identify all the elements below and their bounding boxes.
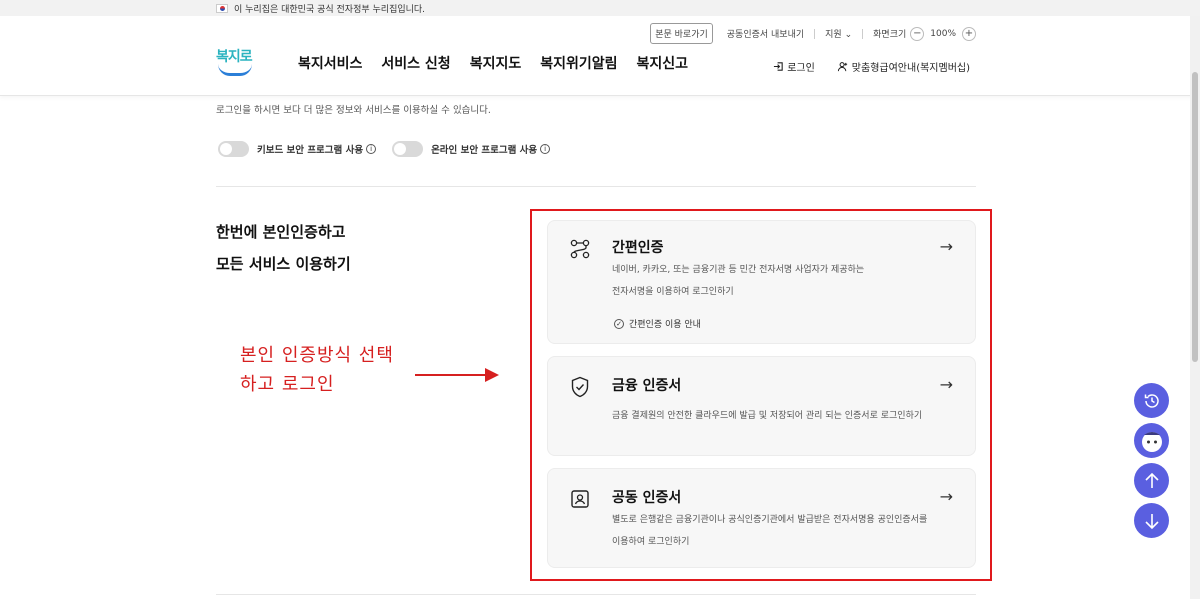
skip-to-content-button[interactable]: 본문 바로가기 — [650, 23, 713, 44]
chevron-down-icon: ⌄ — [844, 30, 853, 40]
annotation-line1: 본인 인증방식 선택 — [240, 345, 394, 366]
scrollbar[interactable] — [1190, 16, 1200, 599]
arrow-down-icon — [1144, 513, 1159, 529]
divider — [814, 28, 816, 39]
zoom-out-button[interactable]: − — [910, 26, 925, 41]
scroll-top-button[interactable] — [1134, 463, 1169, 498]
simple-auth-guide-link[interactable]: ✓ 간편인증 이용 안내 — [614, 317, 701, 330]
section-divider — [216, 594, 976, 595]
arrow-right-icon: → — [939, 375, 953, 394]
card-description-line2: 이용하여 로그인하기 — [612, 537, 690, 547]
login-icon — [774, 62, 783, 71]
login-label: 로그인 — [787, 63, 815, 74]
card-description-line1: 네이버, 카카오, 또는 금융기관 등 민간 전자서명 사업자가 제공하는 — [612, 265, 865, 275]
zoom-label: 화면크기 — [873, 30, 907, 40]
card-description: 네이버, 카카오, 또는 금융기관 등 민간 전자서명 사업자가 제공하는 전자… — [612, 259, 952, 303]
info-icon[interactable]: i — [366, 144, 377, 154]
check-circle-icon: ✓ — [614, 318, 624, 329]
login-link[interactable]: 로그인 — [773, 59, 815, 74]
nav-item-service-apply[interactable]: 서비스 신청 — [381, 53, 450, 73]
membership-link[interactable]: 맞춤형급여안내(복지멤버십) — [837, 59, 970, 74]
simple-auth-card[interactable]: 간편인증 → 네이버, 카카오, 또는 금융기관 등 민간 전자서명 사업자가 … — [547, 220, 976, 344]
finance-cert-card[interactable]: 금융 인증서 → 금융 결제원의 안전한 클라우드에 발급 및 저장되어 관리 … — [547, 356, 976, 456]
membership-label: 맞춤형급여안내(복지멤버십) — [851, 63, 970, 74]
annotation-arrow-icon — [415, 368, 499, 382]
keyboard-security-toggle[interactable] — [218, 141, 249, 157]
card-title: 간편인증 — [612, 240, 664, 256]
korea-flag-icon — [216, 3, 228, 13]
chatbot-button[interactable] — [1134, 423, 1169, 458]
joint-cert-card[interactable]: 공동 인증서 → 별도로 은행같은 금융기관이나 공식인증기관에서 발급받은 전… — [547, 468, 976, 568]
card-description: 별도로 은행같은 금융기관이나 공식인증기관에서 발급받은 전자서명용 공인인증… — [612, 509, 972, 553]
login-description: 로그인을 하시면 보다 더 많은 정보와 서비스를 이용하실 수 있습니다. — [216, 105, 491, 116]
card-description-line1: 금융 결제원의 안전한 클라우드에 발급 및 저장되어 관리 되는 인증서로 로… — [612, 411, 923, 421]
section-title: 한번에 본인인증하고 모든 서비스 이용하기 — [216, 216, 351, 280]
recent-history-button[interactable] — [1134, 383, 1169, 418]
utility-bar: 본문 바로가기 공동인증서 내보내기 지원 ⌄ 화면크기 − 100% + — [650, 23, 976, 44]
gov-banner: 이 누리집은 대한민국 공식 전자정부 누리집입니다. — [0, 0, 1200, 16]
support-dropdown[interactable]: 지원 ⌄ — [825, 27, 852, 40]
main-nav: 복지서비스 서비스 신청 복지지도 복지위기알림 복지신고 — [298, 53, 707, 73]
card-title: 금융 인증서 — [612, 378, 682, 394]
logo[interactable]: 복지로 — [216, 46, 256, 80]
arrow-right-icon: → — [939, 487, 953, 506]
nav-item-welfare-map[interactable]: 복지지도 — [470, 53, 522, 73]
header: 본문 바로가기 공동인증서 내보내기 지원 ⌄ 화면크기 − 100% + 복지… — [0, 16, 1200, 96]
arrow-up-icon — [1144, 472, 1159, 488]
cert-export-link[interactable]: 공동인증서 내보내기 — [727, 27, 804, 40]
annotation-line2: 하고 로그인 — [240, 374, 335, 395]
guide-label: 간편인증 이용 안내 — [629, 320, 701, 330]
card-description-line1: 별도로 은행같은 금융기관이나 공식인증기관에서 발급받은 전자서명용 공인인증… — [612, 515, 928, 525]
section-title-line2: 모든 서비스 이용하기 — [216, 255, 351, 273]
arrow-right-icon: → — [939, 237, 953, 256]
annotation-text: 본인 인증방식 선택 하고 로그인 — [240, 341, 394, 399]
shield-check-icon — [568, 375, 592, 399]
nav-item-welfare-services[interactable]: 복지서비스 — [298, 53, 362, 73]
scrollbar-thumb[interactable] — [1192, 72, 1198, 362]
section-divider — [216, 186, 976, 187]
chatbot-mascot-icon — [1141, 431, 1162, 452]
scroll-bottom-button[interactable] — [1134, 503, 1169, 538]
id-card-icon — [568, 487, 592, 511]
support-label: 지원 — [825, 30, 842, 40]
zoom-value: 100% — [930, 28, 956, 39]
online-security-toggle[interactable] — [392, 141, 424, 157]
nav-item-welfare-report[interactable]: 복지신고 — [637, 53, 689, 73]
section-title-line1: 한번에 본인인증하고 — [216, 223, 346, 241]
keyboard-security-label: 키보드 보안 프로그램 사용 — [257, 145, 364, 156]
logo-text: 복지로 — [216, 49, 253, 65]
card-title: 공동 인증서 — [612, 490, 682, 506]
divider — [862, 28, 864, 39]
header-right-links: 로그인 맞춤형급여안내(복지멤버십) — [773, 59, 970, 74]
connection-icon — [568, 237, 592, 261]
history-icon — [1144, 393, 1159, 408]
security-toggles: 키보드 보안 프로그램 사용 i 온라인 보안 프로그램 사용 i — [218, 141, 566, 157]
online-security-label: 온라인 보안 프로그램 사용 — [431, 145, 538, 156]
user-plus-icon — [837, 62, 847, 72]
gov-banner-text: 이 누리집은 대한민국 공식 전자정부 누리집입니다. — [234, 4, 426, 15]
card-description: 금융 결제원의 안전한 클라우드에 발급 및 저장되어 관리 되는 인증서로 로… — [612, 405, 972, 427]
zoom-in-button[interactable]: + — [962, 26, 976, 41]
card-description-line2: 전자서명을 이용하여 로그인하기 — [612, 287, 734, 297]
logo-smile-mark — [218, 64, 252, 76]
nav-item-crisis-alert[interactable]: 복지위기알림 — [540, 53, 617, 73]
info-icon[interactable]: i — [540, 144, 551, 154]
